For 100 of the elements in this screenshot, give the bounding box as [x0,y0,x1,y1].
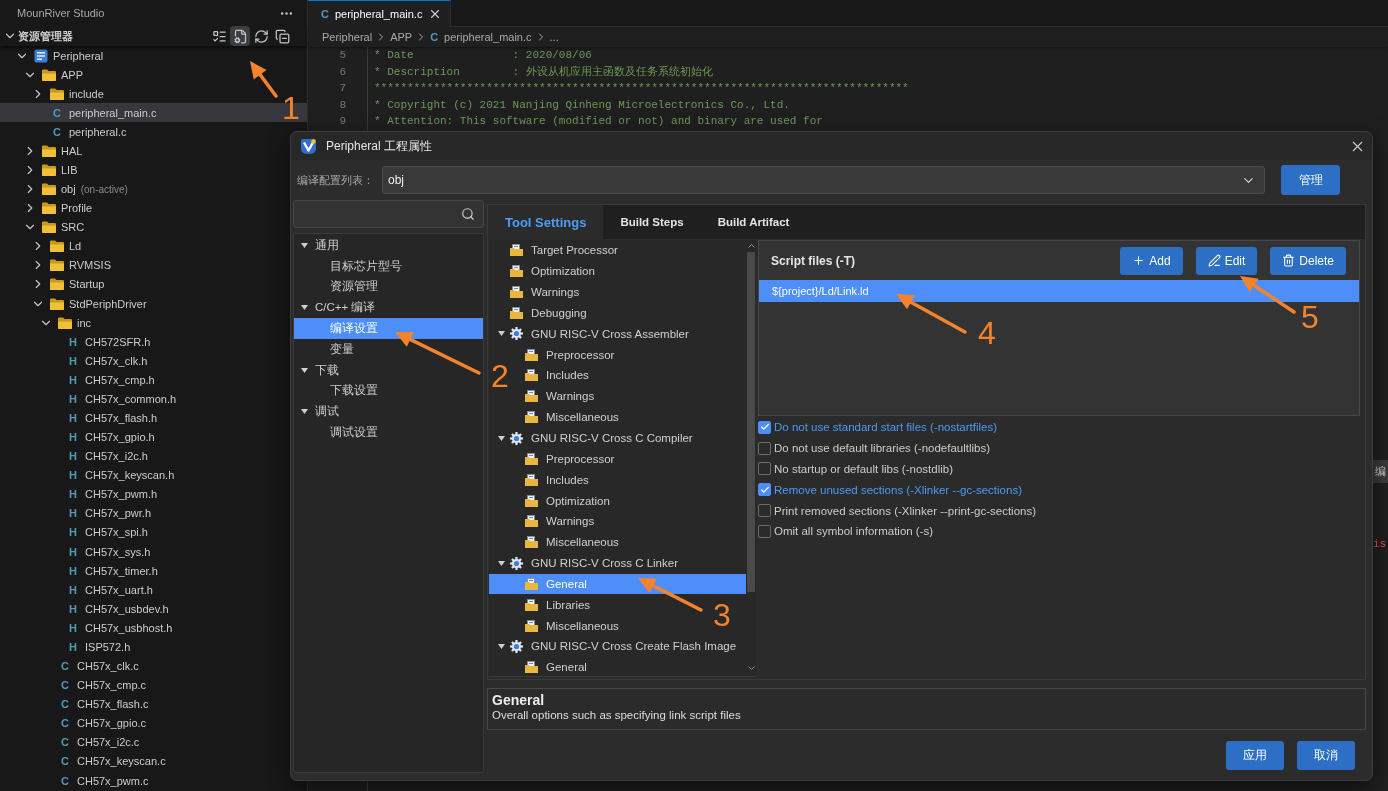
settings-tree-item[interactable]: Warnings [511,385,599,407]
settings-tab[interactable]: Tool Settings [488,205,604,239]
config-select[interactable]: obj [382,166,1265,194]
file-tree-item[interactable]: H CH57x_common.h [46,389,181,409]
checkbox[interactable] [758,524,771,538]
nav-item[interactable]: 目标芯片型号 [294,255,483,277]
checkbox[interactable] [758,504,771,518]
settings-tree-item[interactable]: Libraries [511,594,595,616]
caret-down-icon[interactable] [300,367,308,373]
settings-tree-item[interactable]: Optimization [496,260,599,282]
settings-tab[interactable]: Build Steps [603,205,701,239]
breadcrumb-item[interactable]: ... [549,31,559,43]
edit-button[interactable]: Edit [1195,246,1258,275]
file-tree-item[interactable]: H CH57x_i2c.h [46,446,152,466]
folder-tree-item[interactable]: obj (on-active) [22,179,132,199]
settings-tree-item[interactable]: GNU RISC-V Cross C Compiler [496,427,697,449]
file-tree-item[interactable]: C CH57x_gpio.c [38,713,151,733]
file-tree-item[interactable]: H CH57x_sys.h [46,542,155,562]
settings-tree-item[interactable]: Includes [511,469,593,491]
add-button[interactable]: Add [1120,246,1183,275]
settings-tree-item[interactable]: Optimization [511,490,614,511]
caret-down-icon[interactable] [300,305,308,311]
folder-tree-item[interactable]: SRC [22,217,89,237]
settings-tree-item[interactable]: Warnings [511,510,599,532]
settings-tree-item[interactable]: Miscellaneous [511,406,623,428]
file-tree-item[interactable]: C CH57x_clk.c [38,656,143,676]
delete-button[interactable]: Delete [1270,246,1346,275]
nav-item[interactable]: 通用 [294,235,483,256]
file-tree-item[interactable]: H CH57x_flash.h [46,408,162,428]
file-tree-item[interactable]: C CH57x_flash.c [38,694,153,714]
folder-tree-item[interactable]: RVMSIS [30,255,115,275]
settings-tree-item[interactable]: Debugging [496,302,591,324]
file-tree-item[interactable]: C CH57x_keyscan.c [38,751,170,771]
settings-tab[interactable]: Build Artifact [700,205,807,239]
caret-down-icon[interactable] [497,435,505,441]
file-settings-button[interactable] [230,26,250,46]
folder-tree-item[interactable]: inc [38,313,96,333]
settings-tree-item[interactable]: Preprocessor [511,344,619,366]
cancel-button[interactable]: 取消 [1297,741,1355,770]
caret-up-icon[interactable] [747,244,755,248]
file-tree-item[interactable]: C CH57x_i2c.c [38,732,144,752]
editor-tab[interactable]: C peripheral_main.c [308,0,452,27]
file-tree-item[interactable]: H CH57x_cmp.h [46,370,159,390]
panel-tab[interactable]: 编 [1373,460,1388,483]
file-tree-item[interactable]: H CH57x_pwm.h [46,484,162,504]
caret-down-icon[interactable] [747,666,755,670]
caret-down-icon[interactable] [497,643,505,649]
settings-tree-item[interactable]: Preprocessor [511,448,619,470]
file-tree-item[interactable]: H CH57x_usbhost.h [46,618,177,638]
settings-tree-item[interactable]: GNU RISC-V Cross Assembler [496,323,693,345]
settings-tree-item[interactable]: General [511,656,591,678]
breadcrumb-item[interactable]: C peripheral_main.c [430,31,532,43]
file-tree-item[interactable]: H CH57x_uart.h [46,580,157,600]
nav-item[interactable]: 下载 [294,359,483,381]
file-tree-item[interactable]: C CH57x_cmp.c [38,675,151,695]
search-field[interactable] [293,200,484,228]
file-tree-item[interactable]: H CH57x_timer.h [46,561,162,581]
nav-item[interactable]: 调试设置 [294,422,483,443]
file-tree-item[interactable]: H CH57x_spi.h [46,522,152,543]
folder-tree-item[interactable]: Peripheral [14,46,108,66]
nav-item[interactable]: 变量 [294,339,483,360]
nav-item[interactable]: 调试 [294,401,483,423]
apply-button[interactable]: 应用 [1226,741,1284,770]
nav-item[interactable]: 下载设置 [294,380,483,402]
file-tree-item[interactable]: H ISP572.h [46,637,135,657]
checkbox[interactable] [758,420,771,434]
caret-down-icon[interactable] [497,560,505,566]
file-tree-item[interactable]: H CH57x_pwr.h [46,503,156,523]
nav-item[interactable]: 资源管理 [294,276,483,298]
settings-tree-item[interactable]: Warnings [496,281,584,303]
breadcrumb-item[interactable]: APP [390,31,413,43]
settings-tree-item[interactable]: GNU RISC-V Cross Create Flash Image [496,636,741,657]
file-tree-item[interactable]: H CH57x_keyscan.h [46,465,179,485]
file-tree-item[interactable]: C peripheral.c [30,122,131,142]
file-tree-item[interactable]: H CH57x_clk.h [46,351,152,371]
checkbox[interactable] [758,441,771,455]
caret-down-icon[interactable] [300,409,308,415]
manage-button[interactable]: 管理 [1281,165,1340,195]
caret-down-icon[interactable] [300,242,308,248]
settings-tree-item[interactable]: Miscellaneous [511,615,623,637]
folder-tree-item[interactable]: StdPeriphDriver [30,294,151,314]
settings-tree-item[interactable]: Target Processor [496,240,622,261]
folder-tree-item[interactable]: Ld [30,236,86,256]
file-tree-item[interactable]: H CH57x_usbdev.h [46,599,173,619]
settings-tree-item[interactable]: Miscellaneous [511,531,623,553]
folder-tree-item[interactable]: LIB [22,160,82,180]
folder-tree-item[interactable]: APP [22,65,87,85]
folder-tree-item[interactable]: include [30,84,108,104]
checkbox[interactable] [758,462,771,476]
settings-tree-item[interactable]: GNU RISC-V Cross C Linker [496,552,682,574]
settings-tree-item[interactable]: Includes [511,365,593,386]
nav-item[interactable]: C/C++ 编译 [294,297,483,319]
file-tree-item[interactable]: H CH57x_gpio.h [46,427,159,447]
breadcrumb-item[interactable]: Peripheral [322,31,373,43]
file-tree-item[interactable]: H CH572SFR.h [46,332,155,352]
folder-tree-item[interactable]: Startup [30,274,109,294]
checkbox[interactable] [758,483,771,497]
file-tree-item[interactable]: C CH57x_pwm.c [38,770,153,791]
caret-down-icon[interactable] [497,331,505,337]
folder-tree-item[interactable]: HAL [22,141,87,161]
